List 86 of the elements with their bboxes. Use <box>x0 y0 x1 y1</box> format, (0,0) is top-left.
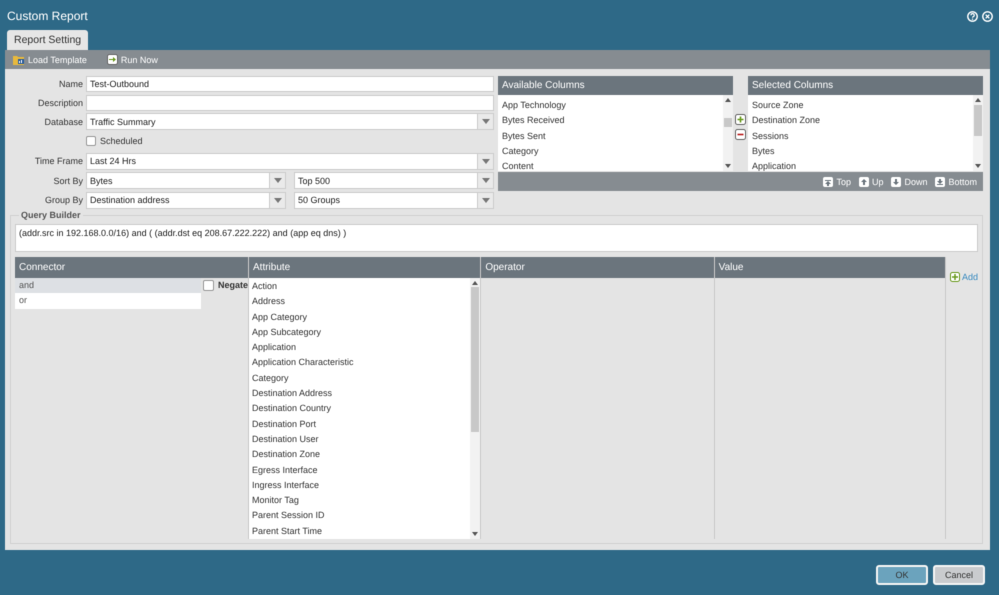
list-item[interactable]: Egress Interface <box>252 462 468 478</box>
list-item[interactable]: Application Characteristic <box>252 355 468 371</box>
list-item[interactable]: Parent Start Time <box>252 524 468 539</box>
section-title: Query Builder <box>19 210 83 220</box>
scroll-down-icon[interactable] <box>975 164 981 168</box>
list-item[interactable]: Content <box>502 159 719 171</box>
column-header: Operator <box>481 256 714 278</box>
list-item[interactable]: Bytes <box>752 144 969 160</box>
close-icon[interactable] <box>982 10 993 22</box>
scroll-up-icon[interactable] <box>725 98 731 102</box>
move-top-icon <box>823 176 834 186</box>
folder-icon <box>13 54 25 65</box>
field-label: Time Frame <box>34 156 83 166</box>
scroll-up-icon[interactable] <box>975 98 981 102</box>
list-item[interactable]: Category <box>502 144 719 160</box>
scrollbar-thumb[interactable] <box>974 105 982 136</box>
list-item[interactable]: Parent Session ID <box>252 508 468 524</box>
dialog-button[interactable]: Cancel <box>933 565 985 585</box>
arrow-right-icon <box>106 54 118 65</box>
remove-icon[interactable] <box>735 129 746 140</box>
list-item[interactable]: Application <box>252 340 468 356</box>
arrow-up-icon <box>858 176 869 186</box>
dropdown-field[interactable]: Top 500 <box>294 172 494 190</box>
list-item[interactable]: Address <box>252 294 468 310</box>
list-item[interactable]: Ingress Interface <box>252 478 468 494</box>
query-field[interactable]: (addr.src in 192.168.0.0/16) and ( (addr.dst eq 208.67.222.222) and (app eq dns) ) <box>15 224 978 252</box>
list-item[interactable]: Destination Zone <box>252 447 468 463</box>
field-label: Name <box>58 79 83 90</box>
checkbox[interactable] <box>202 280 214 291</box>
list-item[interactable]: Category <box>252 370 468 386</box>
list-item[interactable]: and <box>15 278 201 294</box>
dropdown-caret-icon[interactable] <box>482 178 490 184</box>
dialog-button[interactable]: OK <box>876 565 928 585</box>
list-item[interactable]: Destination Country <box>252 401 468 417</box>
checkbox-label: Negate <box>218 280 248 290</box>
field-label: Group By <box>44 195 83 206</box>
dropdown-caret-icon[interactable] <box>482 198 490 203</box>
list-header: Selected Columns <box>748 76 983 95</box>
dropdown-field[interactable]: Last 24 Hrs <box>86 152 494 170</box>
help-icon[interactable] <box>967 10 978 22</box>
dropdown-field[interactable]: 50 Groups <box>294 192 494 209</box>
dropdown-field[interactable]: Destination address <box>86 192 286 209</box>
dropdown-caret-icon[interactable] <box>274 178 282 184</box>
column-header: Attribute <box>249 256 480 278</box>
window-title: Custom Report <box>7 9 88 23</box>
scrollbar-thumb[interactable] <box>471 286 480 432</box>
list-item[interactable]: Source Zone <box>752 98 969 114</box>
list-item[interactable]: Monitor Tag <box>252 493 468 508</box>
checkbox[interactable] <box>86 136 96 146</box>
list-item[interactable]: App Category <box>252 310 468 325</box>
move-bottom-icon <box>935 176 946 186</box>
dropdown-field[interactable]: Bytes <box>86 172 286 190</box>
scrollbar[interactable] <box>723 95 733 171</box>
list-item[interactable]: Application <box>752 159 969 171</box>
scroll-down-icon[interactable] <box>472 532 478 536</box>
field-label: Description <box>36 98 83 108</box>
dropdown-caret-icon[interactable] <box>274 198 282 203</box>
list-item[interactable]: App Subcategory <box>252 324 468 340</box>
list-item[interactable]: Sessions <box>752 128 969 144</box>
list-item[interactable]: Bytes Received <box>502 113 719 129</box>
list-item[interactable]: Destination Port <box>252 416 468 432</box>
column-header: Value <box>714 256 945 278</box>
add-icon[interactable] <box>735 114 746 125</box>
list-item[interactable]: Action <box>252 278 468 294</box>
list-item[interactable]: Destination Zone <box>752 113 969 129</box>
scrollbar-thumb[interactable] <box>724 118 732 127</box>
scroll-down-icon[interactable] <box>725 164 731 168</box>
list-item[interactable]: Destination User <box>252 432 468 448</box>
input-field[interactable] <box>86 94 494 111</box>
checkbox-label: Scheduled <box>100 136 143 146</box>
column-header: Connector <box>15 256 248 278</box>
tab[interactable]: Report Setting <box>7 30 88 50</box>
dropdown-caret-icon[interactable] <box>482 119 490 124</box>
scrollbar[interactable] <box>973 95 983 171</box>
field-label: Database <box>43 116 83 127</box>
list-item[interactable]: Destination Address <box>252 386 468 402</box>
list-item[interactable]: App Technology <box>502 98 719 114</box>
dropdown-field[interactable]: Traffic Summary <box>86 113 494 130</box>
arrow-down-icon <box>891 176 902 186</box>
list-item[interactable]: or <box>15 293 201 309</box>
list-item[interactable]: Bytes Sent <box>502 128 719 144</box>
dropdown-caret-icon[interactable] <box>482 158 490 164</box>
scrollbar[interactable] <box>470 278 480 539</box>
list-header: Available Columns <box>498 76 733 95</box>
field-label: Sort By <box>52 176 83 186</box>
input-field[interactable]: Test-Outbound <box>86 76 494 92</box>
